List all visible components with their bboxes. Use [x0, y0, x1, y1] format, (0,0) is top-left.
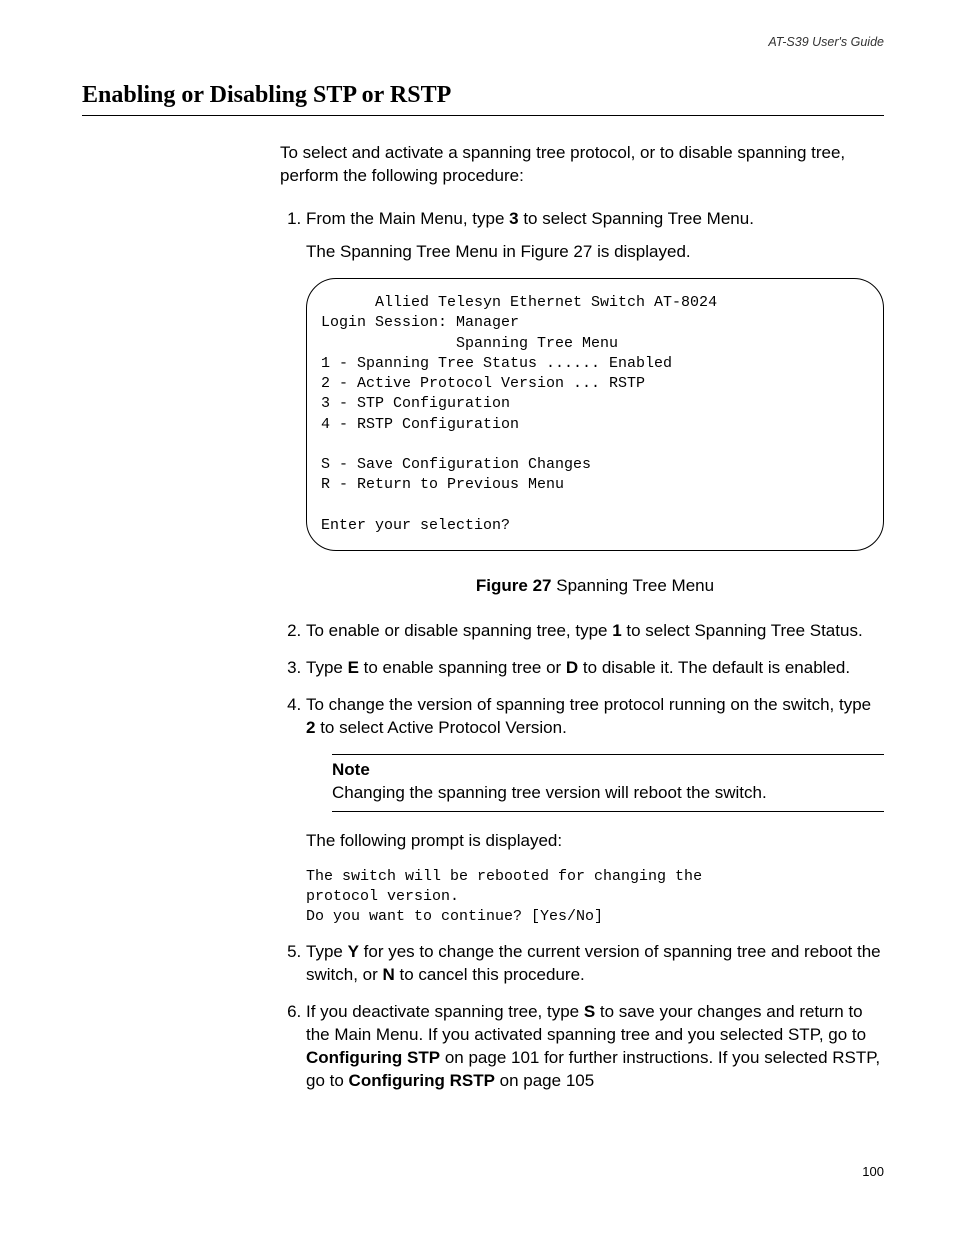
- content-column: To select and activate a spanning tree p…: [280, 142, 884, 1093]
- step-text: To enable or disable spanning tree, type: [306, 621, 612, 640]
- note-box: Note Changing the spanning tree version …: [332, 754, 884, 812]
- step-text: Type: [306, 942, 348, 961]
- step-text: If you deactivate spanning tree, type: [306, 1002, 584, 1021]
- figure-label: Figure 27: [476, 576, 552, 595]
- step-text: to cancel this procedure.: [395, 965, 585, 984]
- step-4-after: The following prompt is displayed:: [306, 830, 884, 853]
- key-s: S: [584, 1002, 595, 1021]
- step-2: To enable or disable spanning tree, type…: [306, 620, 884, 643]
- step-text: From the Main Menu, type: [306, 209, 509, 228]
- step-text: on page 105: [495, 1071, 594, 1090]
- step-3: Type E to enable spanning tree or D to d…: [306, 657, 884, 680]
- key-d: D: [566, 658, 578, 677]
- page-title: Enabling or Disabling STP or RSTP: [82, 79, 884, 111]
- xref-configuring-stp: Configuring STP: [306, 1048, 440, 1067]
- step-1-sub: The Spanning Tree Menu in Figure 27 is d…: [306, 241, 884, 264]
- intro-paragraph: To select and activate a spanning tree p…: [280, 142, 884, 188]
- key-n: N: [383, 965, 395, 984]
- step-1: From the Main Menu, type 3 to select Spa…: [306, 208, 884, 598]
- note-body: Changing the spanning tree version will …: [332, 782, 884, 805]
- step-text: to select Spanning Tree Menu.: [519, 209, 754, 228]
- figure-title: Spanning Tree Menu: [552, 576, 715, 595]
- step-text: to select Active Protocol Version.: [315, 718, 566, 737]
- step-text: to disable it. The default is enabled.: [578, 658, 850, 677]
- key-y: Y: [348, 942, 359, 961]
- step-5: Type Y for yes to change the current ver…: [306, 941, 884, 987]
- running-header: AT-S39 User's Guide: [82, 34, 884, 51]
- note-title: Note: [332, 759, 884, 782]
- step-text: to enable spanning tree or: [359, 658, 566, 677]
- key-e: E: [348, 658, 359, 677]
- title-rule: [82, 115, 884, 116]
- page-number: 100: [82, 1163, 884, 1181]
- step-6: If you deactivate spanning tree, type S …: [306, 1001, 884, 1093]
- step-4: To change the version of spanning tree p…: [306, 694, 884, 927]
- prompt-text: The switch will be rebooted for changing…: [306, 867, 884, 928]
- step-text: To change the version of spanning tree p…: [306, 695, 871, 714]
- key-1: 1: [612, 621, 621, 640]
- terminal-figure: Allied Telesyn Ethernet Switch AT-8024 L…: [306, 278, 884, 551]
- procedure-list: From the Main Menu, type 3 to select Spa…: [280, 208, 884, 1093]
- key-3: 3: [509, 209, 518, 228]
- xref-configuring-rstp: Configuring RSTP: [349, 1071, 495, 1090]
- step-text: to select Spanning Tree Status.: [622, 621, 863, 640]
- figure-caption: Figure 27 Spanning Tree Menu: [306, 575, 884, 598]
- step-text: Type: [306, 658, 348, 677]
